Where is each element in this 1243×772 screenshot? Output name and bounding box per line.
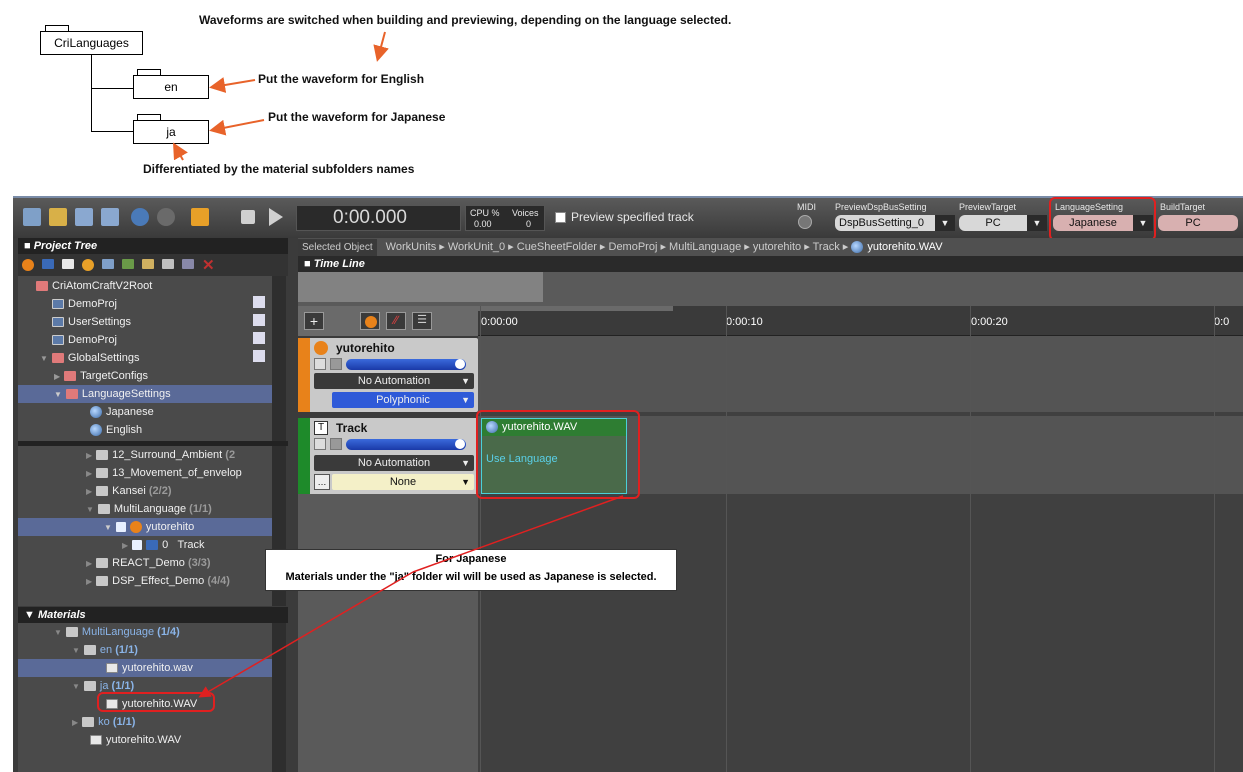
- arrow-bottom: [173, 142, 188, 161]
- callout-connectors: [198, 495, 624, 698]
- arrow-top: [373, 31, 389, 62]
- diagram-arrows: [173, 31, 389, 161]
- connector-to-material: [198, 571, 414, 698]
- arrow-en: [209, 77, 256, 93]
- arrow-ja: [209, 119, 265, 136]
- app-window: 0:00.000 CPU % 0.00 Voices 0 Preview spe…: [13, 196, 1243, 772]
- connector-to-clip: [412, 495, 624, 573]
